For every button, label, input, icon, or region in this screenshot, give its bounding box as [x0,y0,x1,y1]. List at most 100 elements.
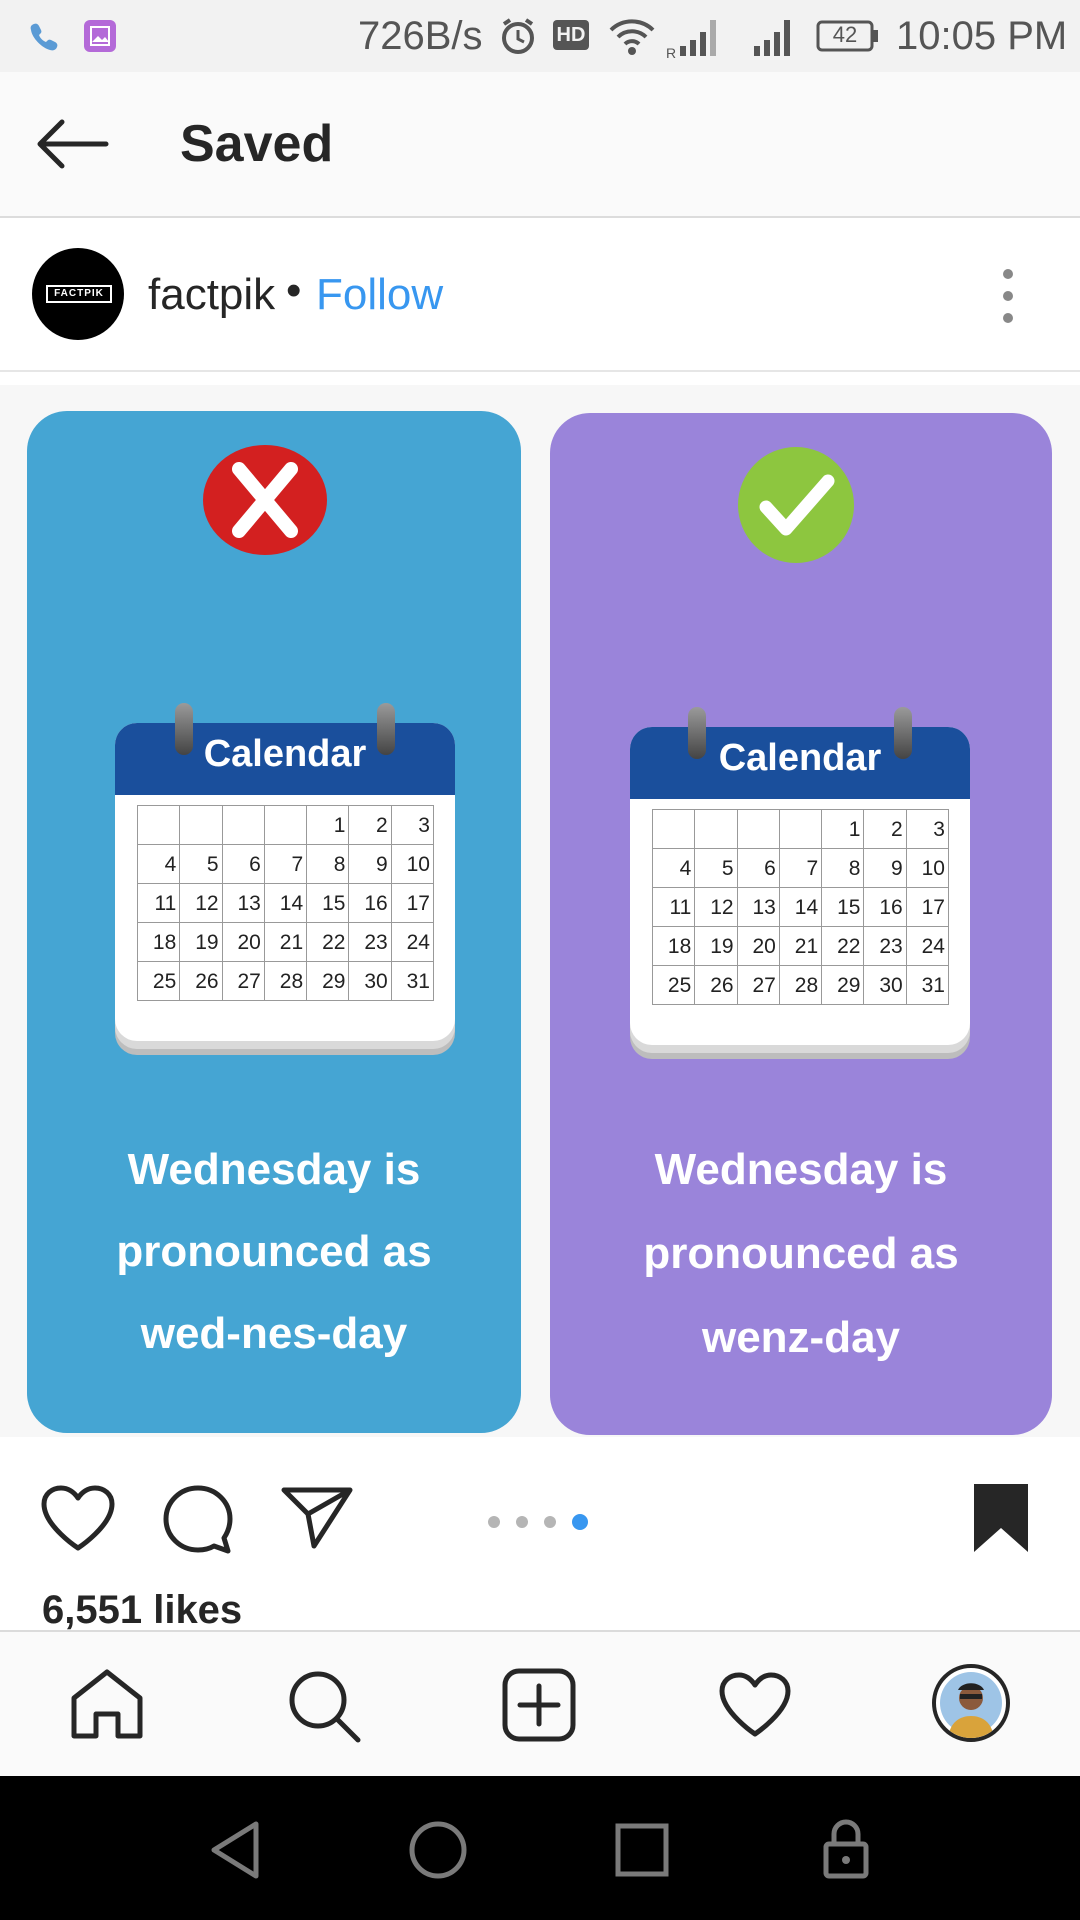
post-image[interactable]: Calendar 1 2 3 4 5 6 7 8 9 10 11 12 13 14 15 16 17 18 19 20… [0,385,1080,1437]
wrong-pronunciation-card: Calendar 1 2 3 4 5 6 7 8 9 10 11 12 13 14 15 16 17 18 19 20… [27,411,521,1433]
activity-heart-icon[interactable] [718,1672,792,1738]
calendar-day [779,810,823,849]
calendar-day: 9 [349,845,392,884]
calendar-day: 16 [349,884,392,923]
calendar-day [695,810,738,849]
calendar-day: 13 [222,884,265,923]
svg-text:R: R [666,45,676,60]
clock: 10:05 PM [896,14,1068,58]
card-caption-line2: pronounced as [116,1227,432,1276]
calendar-day: 4 [653,849,696,888]
calendar-day: 6 [737,849,780,888]
carousel-dot [544,1516,556,1528]
card-caption-line3: wenz-day [701,1313,901,1362]
calendar-day: 2 [864,810,907,849]
calendar-day: 6 [222,845,265,884]
calendar-day: 11 [653,888,696,927]
battery-level: 42 [832,22,858,47]
calendar-day: 4 [138,845,181,884]
calendar-day: 22 [307,923,350,962]
back-arrow-icon[interactable] [34,116,110,172]
correct-pronunciation-card: Calendar 1 2 3 4 5 6 7 8 9 10 11 12 13 14 15 16 17 18 19 20… [550,413,1052,1435]
calendar-day: 22 [822,927,865,966]
home-icon[interactable] [70,1668,144,1740]
calendar-day: 7 [779,849,823,888]
follow-button[interactable]: Follow [316,270,443,320]
calendar-day: 3 [906,810,949,849]
signal-icon [752,16,798,60]
calendar-day: 16 [864,888,907,927]
status-bar: 726B/s HD R 42 10:05 PM [0,0,1080,72]
phone-call-icon [26,18,62,54]
calendar-grid: 1 2 3 4 5 6 7 8 9 10 11 12 13 14 15 16 17 18 19 20 21 22 23 24 2… [137,805,434,1001]
calendar-day: 21 [264,923,308,962]
card-caption-line1: Wednesday is [654,1145,948,1194]
calendar-day [653,810,696,849]
like-heart-icon[interactable] [40,1484,116,1552]
saved-bookmark-icon[interactable] [972,1482,1030,1554]
app-header: Saved [0,72,1080,218]
post-actions: 6,551 likes [0,1440,1080,1632]
calendar-day: 8 [822,849,865,888]
calendar-day: 17 [391,884,434,923]
more-options-icon[interactable] [994,266,1022,326]
wifi-icon [607,14,657,58]
nav-lock-icon[interactable] [822,1816,870,1880]
calendar-day: 2 [349,806,392,845]
nav-home-icon[interactable] [408,1820,468,1880]
calendar-day: 7 [264,845,308,884]
gallery-notification-icon [82,18,118,54]
calendar-day [737,810,780,849]
calendar-day: 24 [906,927,949,966]
author-username[interactable]: factpik [148,270,275,320]
page-title: Saved [180,115,334,173]
nav-recents-icon[interactable] [614,1822,670,1878]
calendar-day: 12 [695,888,738,927]
calendar-day: 23 [349,923,392,962]
bottom-tab-bar [0,1630,1080,1778]
calendar-day [180,806,223,845]
calendar-day: 5 [180,845,223,884]
calendar-day: 8 [307,845,350,884]
system-nav-bar [0,1776,1080,1920]
author-avatar[interactable]: FACTPIK [32,248,124,340]
carousel-dot [488,1516,500,1528]
new-post-icon[interactable] [502,1668,576,1742]
calendar-day [222,806,265,845]
calendar-day: 31 [906,966,949,1005]
calendar-day: 11 [138,884,181,923]
calendar-day: 25 [653,966,696,1005]
calendar-day: 30 [864,966,907,1005]
share-send-icon[interactable] [280,1484,354,1550]
post-header: FACTPIK factpik • Follow [0,218,1080,372]
profile-avatar[interactable] [932,1664,1010,1742]
calendar-day: 13 [737,888,780,927]
calendar-day: 9 [864,849,907,888]
calendar-day: 19 [695,927,738,966]
calendar-day: 5 [695,849,738,888]
calendar-day: 1 [822,810,865,849]
search-icon[interactable] [286,1668,362,1744]
calendar-day: 1 [307,806,350,845]
comment-icon[interactable] [162,1484,234,1554]
calendar-day: 15 [307,884,350,923]
calendar-day: 27 [222,962,265,1001]
card-caption-line3: wed-nes-day [140,1309,408,1358]
calendar-day: 10 [391,845,434,884]
nav-back-icon[interactable] [208,1820,262,1880]
calendar-day [138,806,181,845]
calendar-day: 24 [391,923,434,962]
calendar-day: 3 [391,806,434,845]
calendar-day [264,806,308,845]
calendar-day: 15 [822,888,865,927]
cross-icon [203,445,327,555]
calendar-day: 19 [180,923,223,962]
calendar-day: 18 [653,927,696,966]
calendar-day: 18 [138,923,181,962]
calendar-day: 10 [906,849,949,888]
likes-count[interactable]: 6,551 likes [42,1588,242,1633]
calendar-day: 25 [138,962,181,1001]
network-speed: 726B/s [358,14,483,58]
calendar-day: 31 [391,962,434,1001]
calendar-day: 27 [737,966,780,1005]
